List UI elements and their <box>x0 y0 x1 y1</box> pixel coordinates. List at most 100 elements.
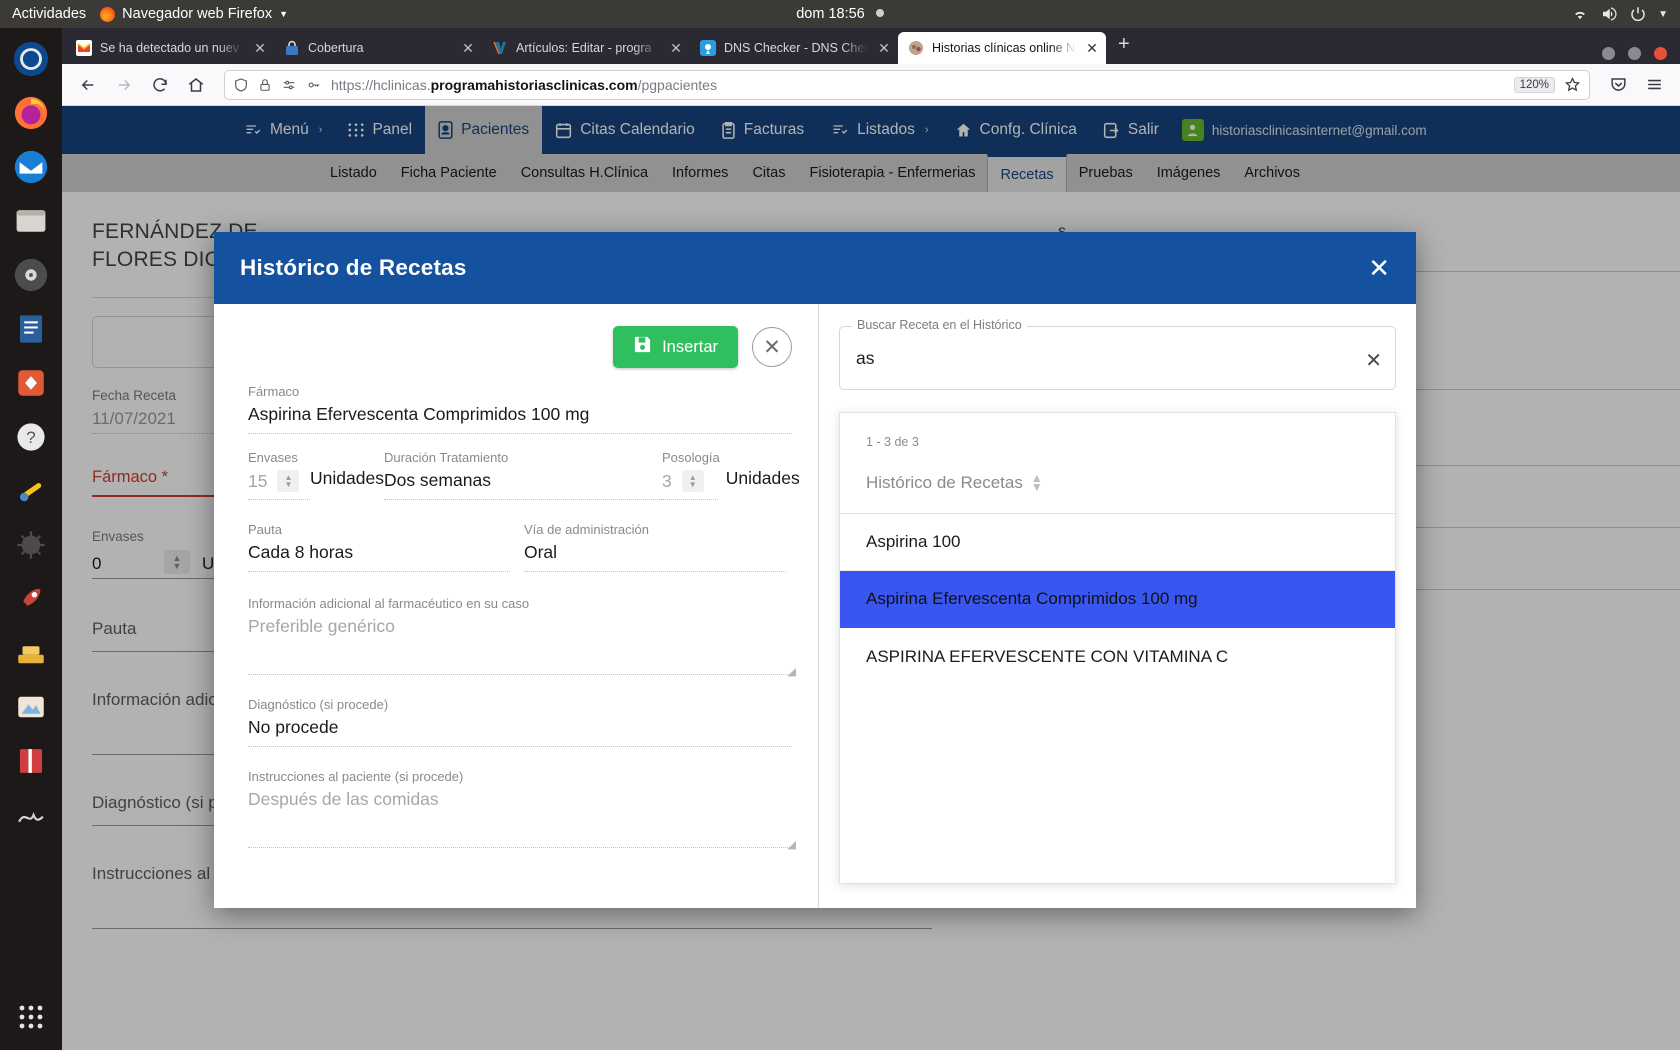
result-item-selected[interactable]: Aspirina Efervescenta Comprimidos 100 mg <box>840 571 1395 628</box>
field-value[interactable]: No procede <box>248 717 792 739</box>
close-icon[interactable]: ✕ <box>460 40 476 57</box>
browser-tab-active[interactable]: Historias clínicas online N ✕ <box>898 32 1106 64</box>
signature-dock-icon[interactable] <box>8 792 54 838</box>
insert-button[interactable]: Insertar <box>613 326 738 368</box>
resize-handle-icon[interactable]: ◢ <box>788 838 796 851</box>
field-label: Información adicional al farmacéutico en… <box>248 596 792 611</box>
permissions-icon[interactable] <box>281 78 297 92</box>
close-icon[interactable]: ✕ <box>668 40 684 57</box>
field-value[interactable]: 3 ▲▼ <box>662 470 720 492</box>
hamburger-menu-icon[interactable] <box>1638 69 1670 101</box>
close-icon[interactable]: ✕ <box>252 40 268 57</box>
shield-icon[interactable] <box>233 77 249 93</box>
pocket-icon[interactable] <box>1602 69 1634 101</box>
show-apps-icon[interactable] <box>8 994 54 1040</box>
envases-unit-label: Unidades <box>310 450 384 500</box>
close-icon[interactable]: ✕ <box>1368 255 1390 281</box>
window-close-button[interactable] <box>1654 47 1667 60</box>
forward-icon[interactable] <box>108 69 140 101</box>
close-icon[interactable]: ✕ <box>1084 40 1100 57</box>
firefox-dock-icon[interactable] <box>8 36 54 82</box>
app-menu-label: Navegador web Firefox <box>122 6 272 22</box>
field-label: Vía de administración <box>524 522 792 537</box>
field-value[interactable]: Después de las comidas <box>248 789 792 811</box>
field-underline <box>524 571 786 572</box>
browser-tab[interactable]: Cobertura ✕ <box>274 32 482 64</box>
field-underline <box>662 499 718 500</box>
firefox-launcher-icon[interactable] <box>8 90 54 136</box>
search-input[interactable]: Buscar Receta en el Histórico as <box>839 326 1396 390</box>
results-count-label: 1 - 3 de 3 <box>840 413 1395 449</box>
gmail-icon <box>76 40 92 56</box>
close-icon[interactable]: ✕ <box>876 40 892 57</box>
gold-dock-icon[interactable] <box>8 630 54 676</box>
result-item[interactable]: ASPIRINA EFERVESCENTE CON VITAMINA C <box>840 628 1395 685</box>
help-dock-icon[interactable]: ? <box>8 414 54 460</box>
field-informacion-farmaceutico: Información adicional al farmacéutico en… <box>248 596 792 675</box>
thunderbird-dock-icon[interactable] <box>8 144 54 190</box>
zoom-level-badge[interactable]: 120% <box>1514 77 1555 93</box>
field-value[interactable]: Oral <box>524 542 792 564</box>
paint-dock-icon[interactable] <box>8 684 54 730</box>
field-value[interactable]: Cada 8 horas <box>248 542 524 564</box>
home-icon[interactable] <box>180 69 212 101</box>
cancel-button[interactable]: ✕ <box>752 327 792 367</box>
bookmark-star-icon[interactable] <box>1564 76 1581 93</box>
new-tab-button[interactable]: + <box>1106 33 1142 60</box>
field-farmaco: Fármaco Aspirina Efervescenta Comprimido… <box>248 384 792 434</box>
tool-dock-icon[interactable] <box>8 468 54 514</box>
field-label: Instrucciones al paciente (si procede) <box>248 769 792 784</box>
field-value[interactable]: Preferible genérico <box>248 616 792 638</box>
quantity-stepper[interactable]: ▲▼ <box>277 470 299 492</box>
field-diagnostico: Diagnóstico (si procede) No procede <box>248 697 792 747</box>
field-label: Envases <box>248 450 310 465</box>
gnome-top-bar: Actividades Navegador web Firefox ▼ dom … <box>0 0 1680 28</box>
tab-strip: Se ha detectado un nuev ✕ Cobertura ✕ Ar… <box>62 28 1680 64</box>
libreoffice-writer-dock-icon[interactable] <box>8 306 54 352</box>
url-text: https://hclinicas.programahistoriasclini… <box>331 77 1505 93</box>
volume-icon[interactable] <box>1600 5 1618 23</box>
results-column-header[interactable]: Histórico de Recetas ▲▼ <box>840 449 1395 514</box>
activities-button[interactable]: Actividades <box>12 6 86 22</box>
quantity-stepper[interactable]: ▲▼ <box>682 470 704 492</box>
browser-tab[interactable]: Artículos: Editar - progra ✕ <box>482 32 690 64</box>
tab-title: Se ha detectado un nuev <box>100 41 244 55</box>
key-icon[interactable] <box>306 78 322 92</box>
result-item-label: Aspirina Efervescenta Comprimidos 100 mg <box>866 589 1198 609</box>
wordpress-icon <box>492 40 508 56</box>
tab-title: Historias clínicas online N <box>932 41 1076 55</box>
field-value[interactable]: Dos semanas <box>384 470 662 492</box>
files-dock-icon[interactable] <box>8 198 54 244</box>
url-bar[interactable]: https://hclinicas.programahistoriasclini… <box>224 70 1590 100</box>
clock-label: dom 18:56 <box>796 6 865 22</box>
web-page: Menú › Panel Pacientes Citas Calendario … <box>62 106 1680 1050</box>
minimize-button[interactable] <box>1602 47 1615 60</box>
field-value[interactable]: Aspirina Efervescenta Comprimidos 100 mg <box>248 404 792 426</box>
power-icon[interactable] <box>1629 5 1647 23</box>
field-row-dosage: Envases 15 ▲▼ Unidades Duración Tratamie… <box>248 450 792 500</box>
resize-handle-icon[interactable]: ◢ <box>788 665 796 678</box>
field-value[interactable]: 15 ▲▼ <box>248 470 310 492</box>
book-dock-icon[interactable] <box>8 738 54 784</box>
field-label: Posología <box>662 450 720 465</box>
clear-search-icon[interactable]: ✕ <box>1365 348 1382 373</box>
field-row-pauta-via: Pauta Cada 8 horas Vía de administración… <box>248 522 792 572</box>
browser-tab[interactable]: DNS Checker - DNS Check ✕ <box>690 32 898 64</box>
virus-dock-icon[interactable] <box>8 522 54 568</box>
rocket-dock-icon[interactable] <box>8 576 54 622</box>
browser-tab[interactable]: Se ha detectado un nuev ✕ <box>66 32 274 64</box>
search-input-value: as <box>856 348 874 369</box>
software-center-dock-icon[interactable] <box>8 360 54 406</box>
sort-icon[interactable]: ▲▼ <box>1031 474 1043 492</box>
results-column-label: Histórico de Recetas <box>866 473 1023 493</box>
result-item[interactable]: Aspirina 100 <box>840 514 1395 571</box>
maximize-button[interactable] <box>1628 47 1641 60</box>
save-icon <box>633 335 652 359</box>
wifi-icon[interactable] <box>1571 5 1589 23</box>
padlock-icon[interactable] <box>258 77 272 93</box>
rhythmbox-dock-icon[interactable] <box>8 252 54 298</box>
back-icon[interactable] <box>72 69 104 101</box>
app-menu-button[interactable]: Navegador web Firefox ▼ <box>100 6 288 22</box>
chevron-down-icon[interactable]: ▼ <box>1658 9 1668 20</box>
reload-icon[interactable] <box>144 69 176 101</box>
